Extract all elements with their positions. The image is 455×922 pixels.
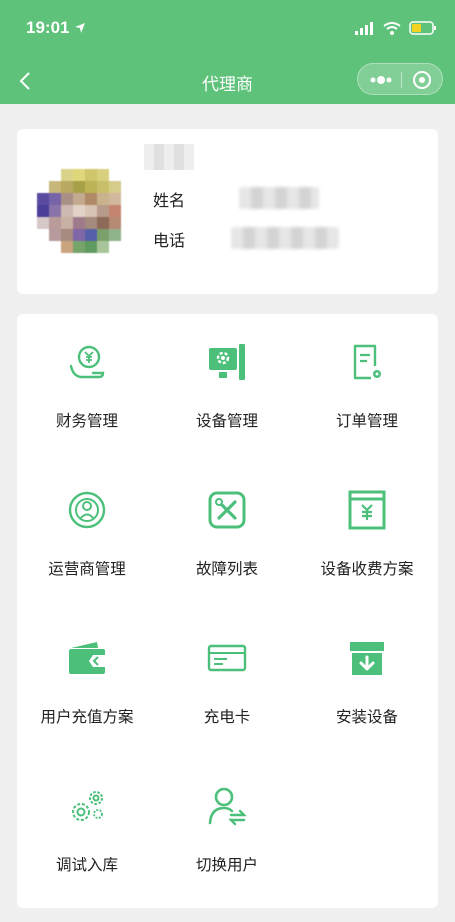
battery-icon (409, 21, 436, 35)
wallet-icon (69, 642, 105, 674)
menu-label: 安装设备 (335, 708, 398, 726)
profile-card: 姓名 电话 (17, 129, 438, 294)
menu-item-switch-user[interactable]: 切换用户 (157, 758, 297, 906)
menu-label: 切换用户 (195, 856, 258, 874)
menu-item-devices[interactable]: 设备管理 (157, 314, 297, 462)
menu-label: 用户充值方案 (40, 708, 134, 726)
location-arrow-icon (75, 23, 85, 33)
mini-program-capsule (357, 63, 443, 95)
menu-label: 充电卡 (203, 708, 251, 726)
menu-item-orders[interactable]: 订单管理 (297, 314, 437, 462)
menu-item-faults[interactable]: 故障列表 (157, 462, 297, 610)
signal-icon (355, 21, 373, 35)
capsule-divider (401, 72, 402, 88)
nav-bar: 代理商 (0, 58, 455, 104)
fault-icon (208, 491, 246, 529)
name-label: 姓名 (153, 191, 186, 210)
menu-label: 订单管理 (335, 412, 398, 430)
status-icons (355, 21, 437, 35)
status-bar: 19:01 (0, 0, 455, 58)
menu-item-finance[interactable]: 财务管理 (17, 314, 157, 462)
menu-label: 故障列表 (195, 560, 258, 578)
close-target-icon[interactable] (412, 70, 432, 90)
menu-label: 运营商管理 (48, 560, 126, 578)
redacted-username (144, 144, 194, 170)
menu-item-operators[interactable]: 运营商管理 (17, 462, 157, 610)
menu-label: 财务管理 (55, 412, 118, 430)
status-time: 19:01 (26, 18, 70, 37)
menu-label: 设备管理 (195, 412, 258, 430)
device-icon (209, 344, 245, 380)
gears-icon (72, 791, 103, 821)
menu-label: 调试入库 (55, 856, 118, 874)
fee-plan-icon (348, 490, 386, 530)
name-value-redacted (239, 187, 319, 209)
install-icon (350, 642, 384, 675)
menu-item-debug-stock-in[interactable]: 调试入库 (17, 758, 157, 906)
phone-label: 电话 (153, 231, 186, 250)
menu-item-install-device[interactable]: 安装设备 (297, 610, 437, 758)
menu-grid: 财务管理 设备管理 订单管理 运营商管理 故障列表 设备收费方案 用户充值方案 … (17, 314, 438, 908)
phone-value-redacted (231, 227, 339, 249)
more-icon[interactable] (368, 72, 394, 88)
menu-item-fee-plans[interactable]: 设备收费方案 (297, 462, 437, 610)
order-icon (353, 344, 381, 380)
menu-item-charging-card[interactable]: 充电卡 (157, 610, 297, 758)
menu-label: 设备收费方案 (320, 560, 414, 578)
operator-icon (68, 491, 106, 529)
wifi-icon (383, 21, 401, 35)
card-icon (207, 644, 247, 672)
switch-user-icon (208, 787, 247, 826)
avatar (37, 169, 121, 253)
menu-item-user-topup-plans[interactable]: 用户充值方案 (17, 610, 157, 758)
finance-icon (69, 345, 105, 379)
